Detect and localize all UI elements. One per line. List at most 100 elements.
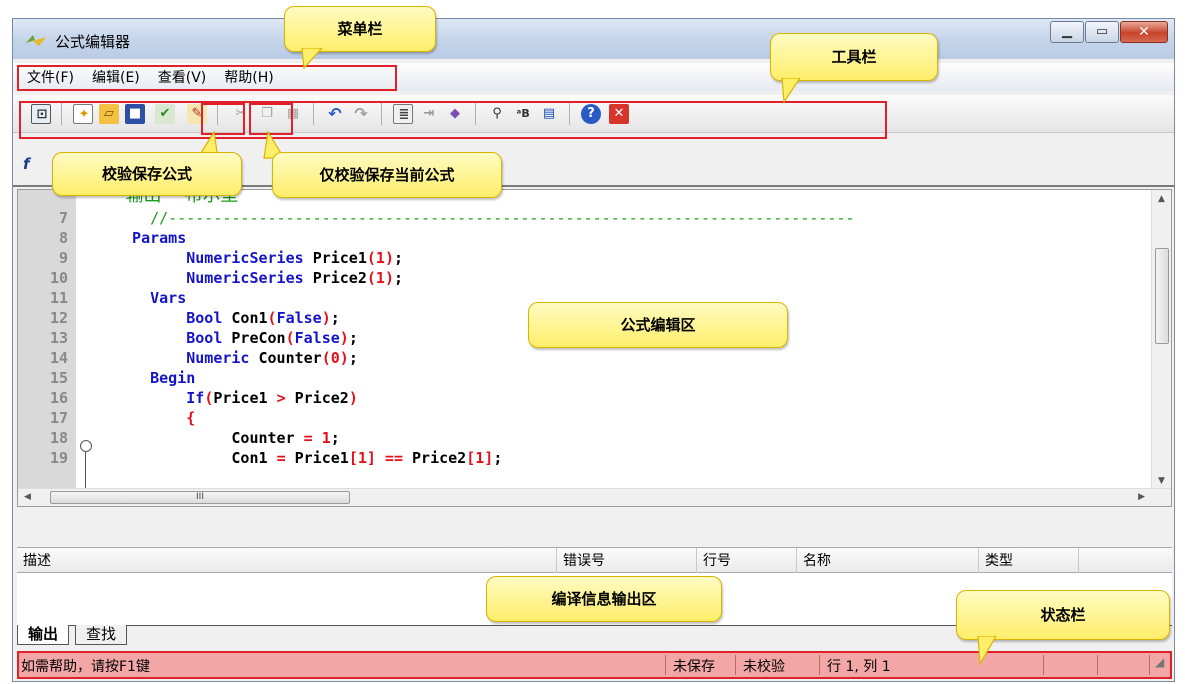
code-line[interactable]: 8 Params bbox=[18, 228, 1138, 248]
code-token: ; bbox=[330, 309, 340, 327]
code-token: [ bbox=[348, 449, 358, 467]
close-button[interactable]: ✕ bbox=[1120, 21, 1168, 43]
code-line[interactable]: 15 Begin bbox=[18, 368, 1138, 388]
code-token: PreCon bbox=[231, 329, 286, 347]
code-token: Params bbox=[114, 229, 187, 247]
column-error-number[interactable]: 错误号 bbox=[557, 548, 697, 574]
code-text: Bool PreCon(False); bbox=[114, 328, 358, 348]
column-description[interactable]: 描述 bbox=[17, 548, 557, 574]
code-line[interactable]: 9 NumericSeries Price1(1); bbox=[18, 248, 1138, 268]
code-text: If(Price1 > Price2) bbox=[114, 388, 358, 408]
code-token: ) bbox=[384, 269, 394, 287]
code-line[interactable]: 10 NumericSeries Price2(1); bbox=[18, 268, 1138, 288]
code-token: ; bbox=[393, 249, 403, 267]
line-number: 7 bbox=[58, 209, 68, 227]
column-type[interactable]: 类型 bbox=[979, 548, 1079, 574]
code-token: ; bbox=[493, 449, 503, 467]
line-number: 14 bbox=[49, 349, 68, 367]
code-text: Params bbox=[114, 228, 186, 248]
horizontal-scroll-thumb[interactable]: III bbox=[50, 491, 350, 504]
code-token: Price2 bbox=[412, 449, 467, 467]
code-token: 1 bbox=[475, 449, 485, 467]
code-text: //--------------------------------------… bbox=[114, 208, 855, 228]
code-token: ] bbox=[484, 449, 494, 467]
code-token: ] bbox=[366, 449, 376, 467]
line-number: 13 bbox=[49, 329, 68, 347]
code-text: NumericSeries Price2(1); bbox=[114, 268, 403, 288]
code-line[interactable]: 19 Con1 = Price1[1] == Price2[1]; bbox=[18, 448, 1138, 468]
code-token: ( bbox=[321, 349, 331, 367]
code-token: Counter bbox=[258, 349, 322, 367]
window-title: 公式编辑器 bbox=[55, 33, 131, 51]
code-token: Price2 bbox=[285, 389, 349, 407]
scroll-right-icon[interactable]: ▶ bbox=[1138, 492, 1145, 502]
line-number: 8 bbox=[58, 229, 68, 247]
code-text: Vars bbox=[114, 288, 186, 308]
code-token: Bool bbox=[114, 329, 232, 347]
status-position: 行 1, 列 1 bbox=[827, 659, 891, 675]
formula-icon: f bbox=[23, 155, 30, 173]
scroll-left-icon[interactable]: ◀ bbox=[24, 492, 31, 502]
scroll-down-icon[interactable]: ▼ bbox=[1158, 476, 1165, 486]
code-token: > bbox=[276, 389, 286, 407]
status-help: 如需帮助，请按F1键 bbox=[21, 659, 150, 675]
code-token: = bbox=[276, 449, 286, 467]
code-token: ; bbox=[330, 429, 340, 447]
line-number: 15 bbox=[49, 369, 68, 387]
maximize-button[interactable]: ▭ bbox=[1085, 21, 1119, 43]
line-number: 10 bbox=[49, 269, 68, 287]
code-token: ( bbox=[267, 309, 277, 327]
code-token: ; bbox=[348, 329, 358, 347]
code-token: 1 bbox=[357, 449, 367, 467]
code-token: Bool bbox=[114, 309, 232, 327]
callout-menubar: 菜单栏 bbox=[284, 6, 436, 52]
code-token: ( bbox=[204, 389, 214, 407]
line-number: 9 bbox=[58, 249, 68, 267]
horizontal-scrollbar[interactable]: ◀ III ▶ bbox=[18, 488, 1171, 506]
status-saved: 未保存 bbox=[673, 659, 715, 675]
app-icon bbox=[26, 35, 46, 46]
code-text: Begin bbox=[114, 368, 195, 388]
code-token: NumericSeries bbox=[114, 249, 313, 267]
tab-find[interactable]: 查找 bbox=[75, 625, 128, 645]
code-token: //--------------------------------------… bbox=[114, 209, 855, 227]
code-token: False bbox=[294, 329, 340, 347]
fold-collapse-icon[interactable] bbox=[80, 440, 92, 452]
tab-output[interactable]: 输出 bbox=[17, 625, 70, 645]
close-icon: ✕ bbox=[1138, 24, 1150, 40]
code-token: Con1 bbox=[114, 449, 277, 467]
callout-edit-area: 公式编辑区 bbox=[528, 302, 788, 348]
code-line[interactable]: 14 Numeric Counter(0); bbox=[18, 348, 1138, 368]
menubar-highlight bbox=[17, 65, 397, 91]
minimize-button[interactable]: ▁ bbox=[1050, 21, 1084, 43]
code-token: ) bbox=[348, 389, 358, 407]
scroll-up-icon[interactable]: ▲ bbox=[1158, 194, 1165, 204]
code-token: ) bbox=[339, 349, 349, 367]
code-text: Numeric Counter(0); bbox=[114, 348, 358, 368]
code-token: Price1 bbox=[312, 249, 367, 267]
vertical-scrollbar[interactable]: ▲ ▼ bbox=[1151, 190, 1171, 490]
column-line-number[interactable]: 行号 bbox=[697, 548, 797, 574]
code-line[interactable]: 17 { bbox=[18, 408, 1138, 428]
code-text: Bool Con1(False); bbox=[114, 308, 340, 328]
callout-verify-save: 校验保存公式 bbox=[52, 152, 242, 196]
line-number: 19 bbox=[49, 449, 68, 467]
code-line[interactable]: 18 Counter = 1; bbox=[18, 428, 1138, 448]
code-token: ) bbox=[384, 249, 394, 267]
code-line[interactable]: 7 //------------------------------------… bbox=[18, 208, 1138, 228]
resize-grip-icon[interactable]: ◢ bbox=[1155, 655, 1164, 669]
code-token: False bbox=[276, 309, 322, 327]
code-token: 1 bbox=[375, 269, 385, 287]
vertical-scroll-thumb[interactable] bbox=[1155, 248, 1169, 344]
code-text: Counter = 1; bbox=[114, 428, 340, 448]
column-name[interactable]: 名称 bbox=[797, 548, 979, 574]
title-bar: 公式编辑器 ▁ ▭ ✕ bbox=[13, 19, 1174, 59]
output-column-header: 描述 错误号 行号 名称 类型 bbox=[17, 547, 1172, 574]
code-text: NumericSeries Price1(1); bbox=[114, 248, 403, 268]
status-bar: 如需帮助，请按F1键 未保存 未校验 行 1, 列 1 ◢ bbox=[17, 651, 1172, 679]
code-token: 1 bbox=[312, 429, 331, 447]
code-editor[interactable]: 输出 布尔型 7 //-----------------------------… bbox=[17, 189, 1172, 507]
code-line[interactable]: 16 If(Price1 > Price2) bbox=[18, 388, 1138, 408]
code-token: ( bbox=[285, 329, 295, 347]
code-token: Price2 bbox=[312, 269, 367, 287]
